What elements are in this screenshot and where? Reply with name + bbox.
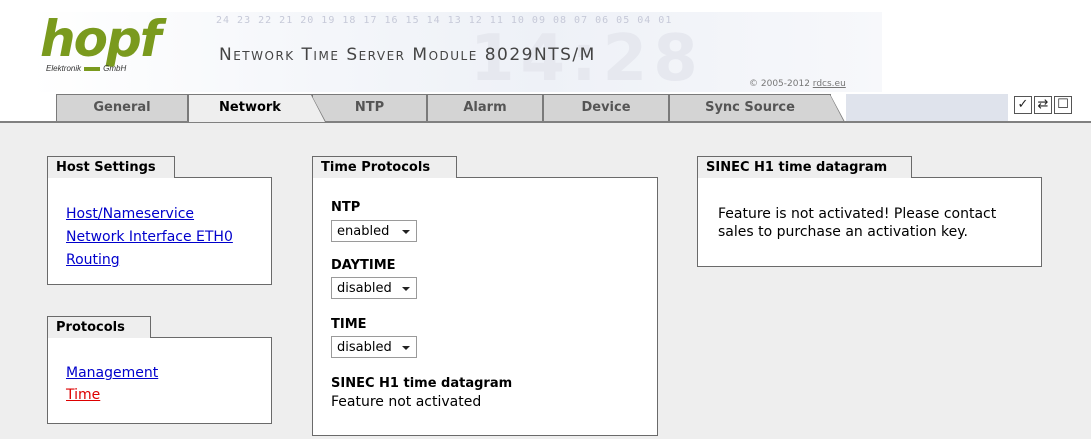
sinec-message-line1: Feature is not activated! Please contact [718, 206, 997, 222]
tab-network[interactable]: Network [188, 94, 326, 122]
sinec-message-line2: sales to purchase an activation key. [718, 224, 968, 240]
chevron-down-icon [402, 346, 410, 350]
ntp-select-value: enabled [337, 224, 390, 239]
tab-label: General [93, 100, 151, 115]
time-select[interactable]: disabled [331, 336, 417, 358]
chevron-down-icon [402, 230, 410, 234]
tab-label: Network [219, 100, 281, 115]
copyright: © 2005-2012 rdcs.eu [749, 79, 846, 89]
copyright-text: © 2005-2012 [749, 79, 813, 89]
sinec-label: SINEC H1 time datagram [331, 376, 513, 391]
link-management[interactable]: Management [66, 362, 158, 384]
sinec-status: Feature not activated [331, 394, 482, 410]
ntp-label: NTP [331, 200, 361, 215]
protocols-links: Management Time [66, 362, 158, 406]
copyright-link[interactable]: rdcs.eu [813, 79, 846, 89]
sinec-message: Feature is not activated! Please contact… [718, 205, 996, 241]
link-network-interface-eth0[interactable]: Network Interface ETH0 [66, 226, 233, 249]
tab-general[interactable]: General [56, 94, 188, 121]
time-select-value: disabled [337, 340, 392, 355]
app-title: Network Time Server Module 8029NTS/M [219, 45, 596, 65]
refresh-icon[interactable]: ⇄ [1034, 96, 1052, 114]
content-area: Host Settings Host/Nameservice Network I… [0, 122, 1091, 439]
host-settings-panel: Host/Nameservice Network Interface ETH0 … [47, 177, 272, 285]
logo-subtitle: Elektronik GmbH [46, 64, 126, 73]
tab-edge-fill [830, 95, 844, 122]
daytime-label: DAYTIME [331, 258, 396, 273]
tab-device[interactable]: Device [543, 94, 669, 121]
protocols-panel: Management Time [47, 337, 272, 424]
host-settings-title: Host Settings [47, 156, 175, 178]
tab-ntp[interactable]: NTP [312, 94, 427, 121]
time-label: TIME [331, 317, 367, 332]
host-settings-links: Host/Nameservice Network Interface ETH0 … [66, 203, 233, 272]
sinec-panel-title: SINEC H1 time datagram [697, 156, 912, 178]
daytime-select-value: disabled [337, 281, 392, 296]
tab-label: Device [581, 100, 631, 115]
logo-sub-right: GmbH [103, 64, 127, 73]
chevron-down-icon [402, 287, 410, 291]
time-protocols-panel: NTP enabled DAYTIME disabled TIME disabl… [312, 177, 658, 436]
daytime-select[interactable]: disabled [331, 277, 417, 299]
tab-label: Alarm [463, 100, 507, 115]
time-protocols-title: Time Protocols [312, 156, 457, 178]
check-icon[interactable]: ✓ [1014, 96, 1032, 114]
tab-edge-fill [311, 95, 325, 122]
logo-bar [84, 66, 101, 71]
tab-alarm[interactable]: Alarm [427, 94, 543, 121]
tab-label: Sync Source [705, 100, 795, 115]
tab-bar: General Alarm Device Sync Source NTP Net… [0, 92, 1091, 122]
hopf-logo: hopf [40, 10, 161, 68]
header: 24 23 22 21 20 19 18 17 16 15 14 13 12 1… [0, 0, 1091, 92]
toolbar: ✓ ⇄ ☐ [1014, 96, 1072, 114]
tab-sync-source[interactable]: Sync Source [669, 94, 845, 122]
ntp-select[interactable]: enabled [331, 220, 417, 242]
sinec-panel: Feature is not activated! Please contact… [697, 177, 1042, 267]
protocols-title: Protocols [47, 316, 151, 338]
link-host-nameservice[interactable]: Host/Nameservice [66, 203, 233, 226]
link-routing[interactable]: Routing [66, 249, 233, 272]
logo-sub-left: Elektronik [46, 64, 82, 73]
page-icon[interactable]: ☐ [1054, 96, 1072, 114]
tab-label: NTP [354, 100, 385, 115]
link-time[interactable]: Time [66, 384, 158, 406]
tab-bar-filler [846, 94, 1008, 121]
